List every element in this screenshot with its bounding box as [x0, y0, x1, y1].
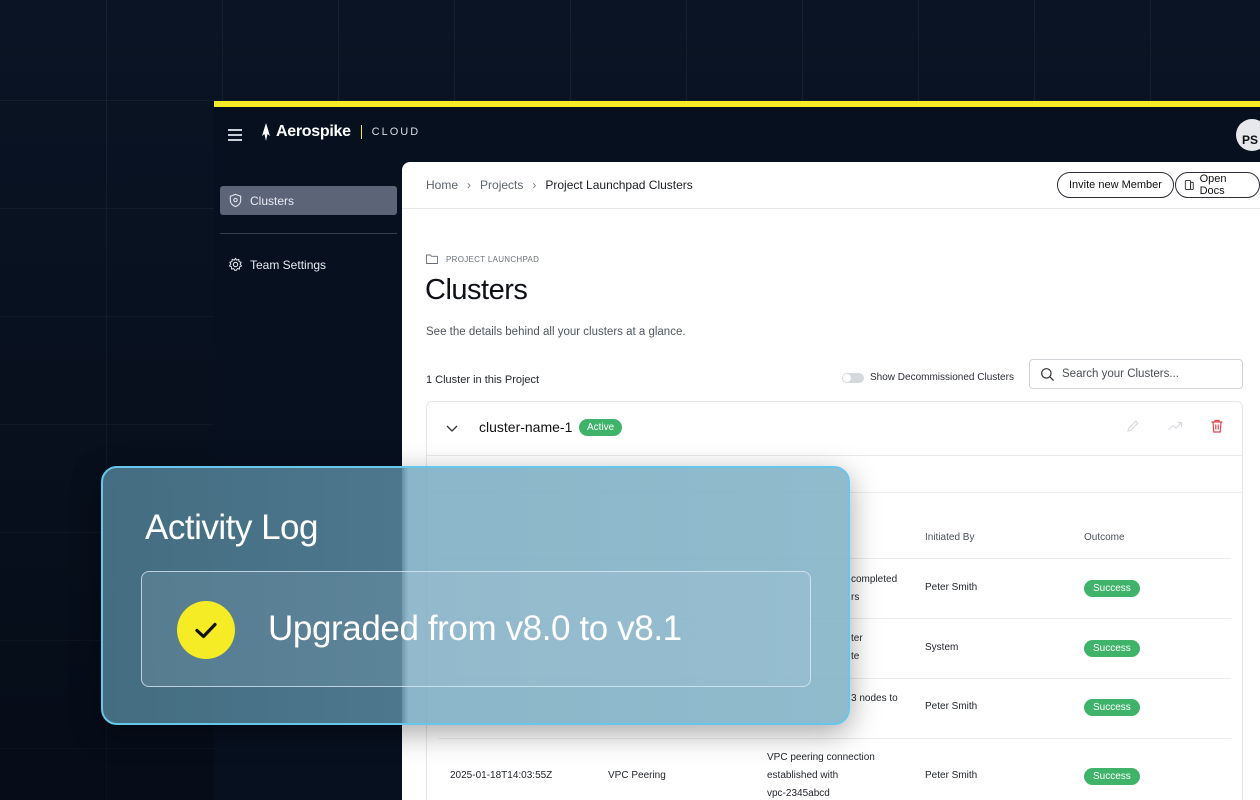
row-timestamp: 2025-01-18T14:03:55Z: [450, 770, 553, 781]
top-bar: Aerospike CLOUD PS: [214, 107, 1260, 162]
row-description: VPC peering connection: [767, 752, 875, 763]
chevron-right-icon: ›: [467, 178, 472, 192]
header-divider: [402, 208, 1260, 209]
row-initiated-by: System: [925, 642, 959, 653]
status-badge: Active: [579, 419, 623, 436]
search-icon: [1041, 367, 1055, 381]
brand-sub: CLOUD: [371, 126, 421, 138]
sidebar-divider: [220, 233, 397, 234]
eyebrow-label: PROJECT LAUNCHPAD: [446, 254, 540, 264]
row-description: completed: [851, 574, 898, 585]
brand-logo[interactable]: Aerospike CLOUD: [260, 123, 420, 141]
row-description: established with: [767, 770, 839, 781]
docs-icon: [1184, 180, 1194, 190]
page-subtitle: See the details behind all your clusters…: [426, 326, 686, 338]
trash-icon[interactable]: [1209, 418, 1225, 434]
row-description: te: [851, 651, 860, 662]
row-initiated-by: Peter Smith: [925, 701, 978, 712]
cluster-name[interactable]: cluster-name-1: [479, 419, 572, 435]
column-header-initiated-by: Initiated By: [925, 532, 975, 543]
outcome-badge: Success: [1084, 640, 1140, 657]
hamburger-menu-icon[interactable]: [228, 129, 242, 141]
row-initiated-by: Peter Smith: [925, 770, 978, 781]
activity-log-entry: Upgraded from v8.0 to v8.1: [141, 571, 811, 687]
outcome-badge: Success: [1084, 580, 1140, 597]
row-description: vpc-2345abcd: [767, 788, 830, 799]
invite-member-button[interactable]: Invite new Member: [1057, 172, 1174, 198]
cluster-count: 1 Cluster in this Project: [426, 374, 540, 386]
chevron-down-icon[interactable]: [445, 421, 459, 435]
search-input[interactable]: [1062, 368, 1232, 380]
project-eyebrow: PROJECT LAUNCHPAD: [426, 254, 539, 264]
breadcrumb-current: Project Launchpad Clusters: [545, 178, 693, 192]
trend-icon[interactable]: [1167, 418, 1183, 434]
avatar[interactable]: PS: [1236, 119, 1260, 151]
breadcrumb-projects[interactable]: Projects: [480, 178, 523, 192]
page-title: Clusters: [425, 274, 528, 306]
row-description: ter: [851, 633, 863, 644]
row-description: 3 nodes to: [851, 693, 898, 704]
sidebar-item-label: Clusters: [250, 193, 295, 208]
breadcrumb: Home › Projects › Project Launchpad Clus…: [426, 178, 693, 192]
outcome-badge: Success: [1084, 768, 1140, 785]
chevron-right-icon: ›: [532, 178, 537, 192]
gear-icon: [228, 257, 243, 271]
check-icon: [195, 622, 217, 639]
success-badge: [177, 601, 235, 659]
row-description: rs: [851, 592, 860, 603]
brand-divider: [360, 125, 362, 139]
decommissioned-toggle[interactable]: [842, 372, 864, 383]
breadcrumb-home[interactable]: Home: [426, 178, 458, 192]
sidebar-item-label: Team Settings: [250, 257, 327, 272]
sidebar-item-clusters[interactable]: Clusters: [220, 186, 397, 215]
cluster-card-header: cluster-name-1 Active: [427, 402, 1242, 456]
column-header-outcome: Outcome: [1084, 532, 1125, 543]
cluster-shield-icon: [229, 193, 242, 208]
toggle-label: Show Decommissioned Clusters: [870, 372, 1014, 383]
folder-icon: [426, 254, 438, 264]
outcome-badge: Success: [1084, 699, 1140, 716]
sidebar-item-team-settings[interactable]: Team Settings: [220, 250, 397, 279]
activity-log-title: Activity Log: [145, 508, 318, 547]
rocket-logo-icon: [262, 123, 270, 141]
search-box: [1029, 359, 1243, 389]
row-initiated-by: Peter Smith: [925, 582, 978, 593]
decommissioned-toggle-group: Show Decommissioned Clusters: [842, 372, 1014, 383]
activity-log-toast: Activity Log Upgraded from v8.0 to v8.1: [101, 466, 850, 725]
row-type: VPC Peering: [608, 770, 666, 781]
open-docs-label: Open Docs: [1199, 173, 1227, 197]
edit-icon[interactable]: [1125, 418, 1141, 434]
row-divider: [439, 738, 1231, 739]
open-docs-button[interactable]: Open Docs: [1175, 172, 1260, 198]
brand-name: Aerospike: [276, 123, 351, 140]
activity-log-message: Upgraded from v8.0 to v8.1: [268, 609, 682, 648]
